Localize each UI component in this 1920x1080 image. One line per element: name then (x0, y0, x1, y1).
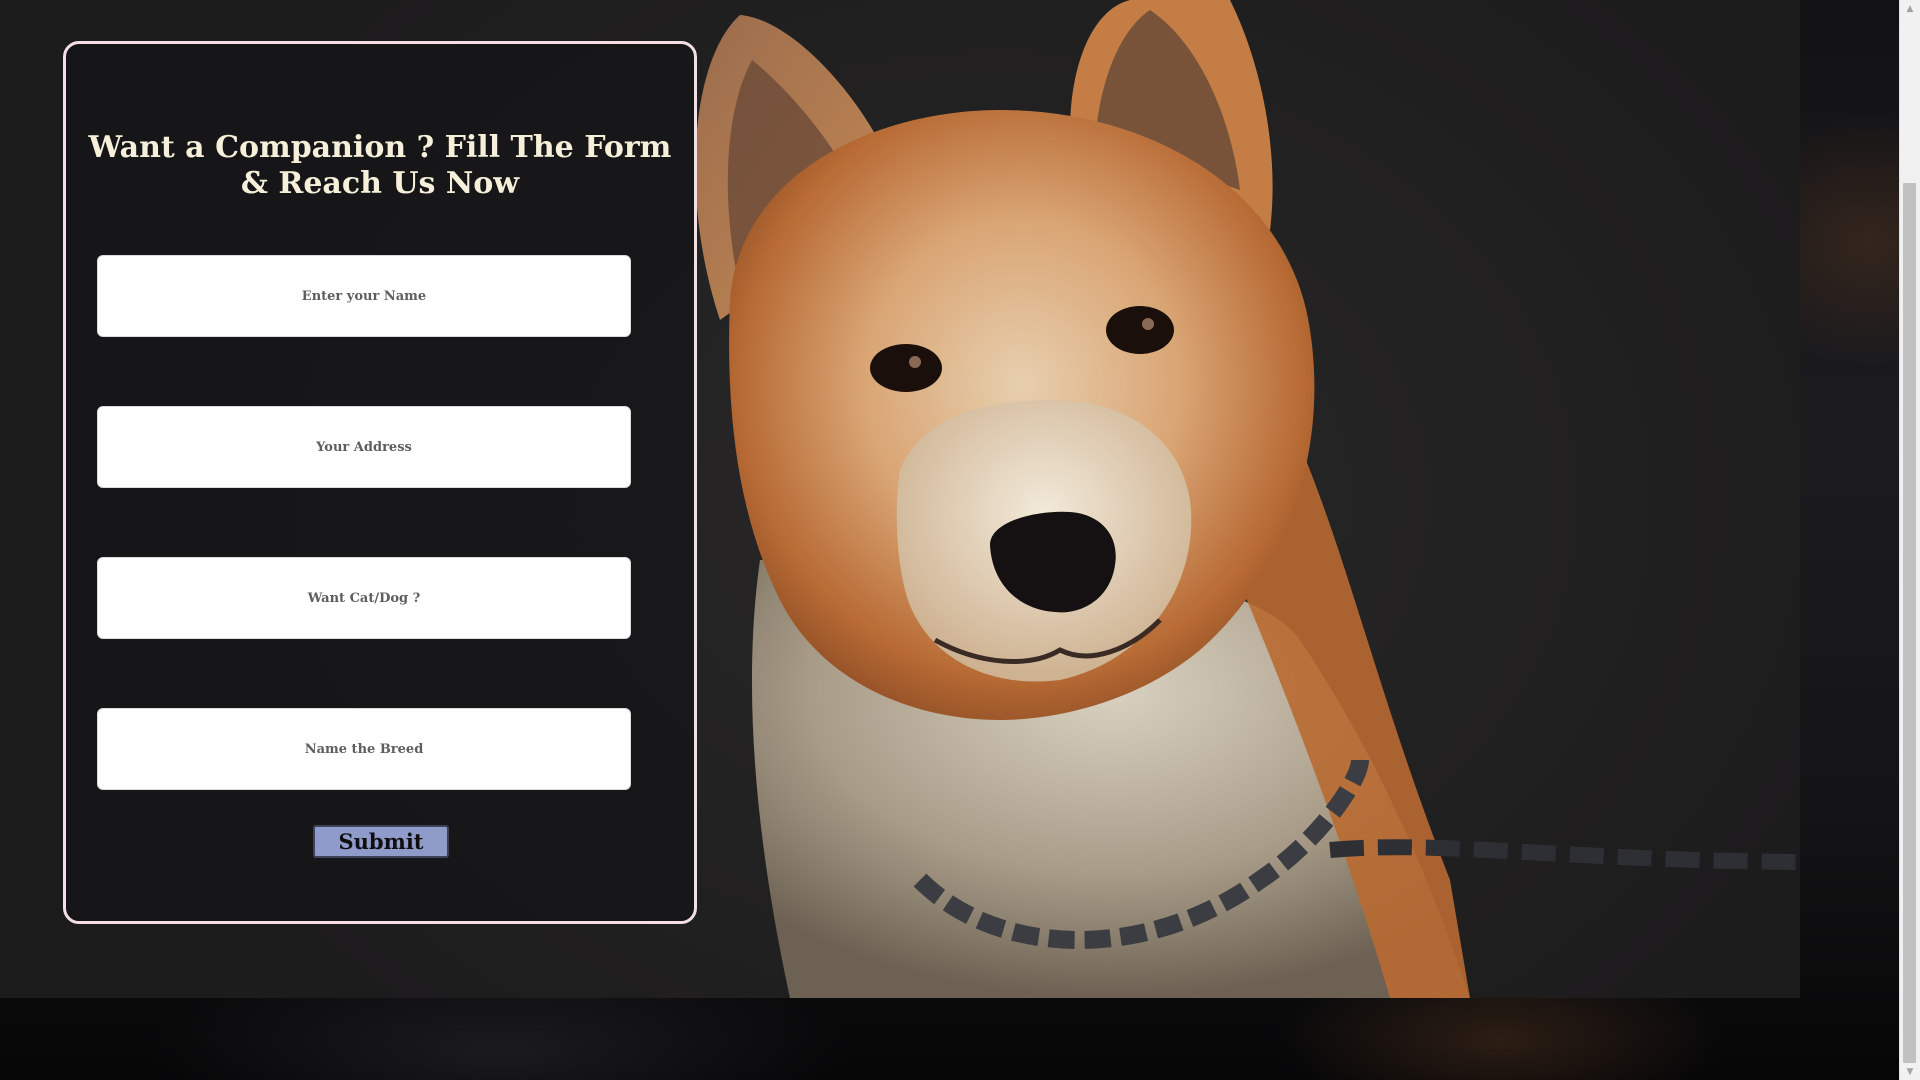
page: Want a Companion ? Fill The Form & Reach… (0, 0, 1920, 1080)
breed-input[interactable] (97, 708, 631, 790)
companion-form-card: Want a Companion ? Fill The Form & Reach… (63, 41, 697, 924)
address-input[interactable] (97, 406, 631, 488)
name-input[interactable] (97, 255, 631, 337)
form-title: Want a Companion ? Fill The Form & Reach… (88, 130, 672, 201)
scroll-up-arrow-icon[interactable]: ▲ (1900, 0, 1920, 17)
pet-type-input[interactable] (97, 557, 631, 639)
vertical-scrollbar[interactable]: ▲ ▼ (1899, 0, 1920, 1080)
scroll-down-arrow-icon[interactable]: ▼ (1900, 1063, 1920, 1080)
submit-button[interactable]: Submit (313, 825, 449, 858)
scrollbar-thumb[interactable] (1903, 183, 1916, 1063)
